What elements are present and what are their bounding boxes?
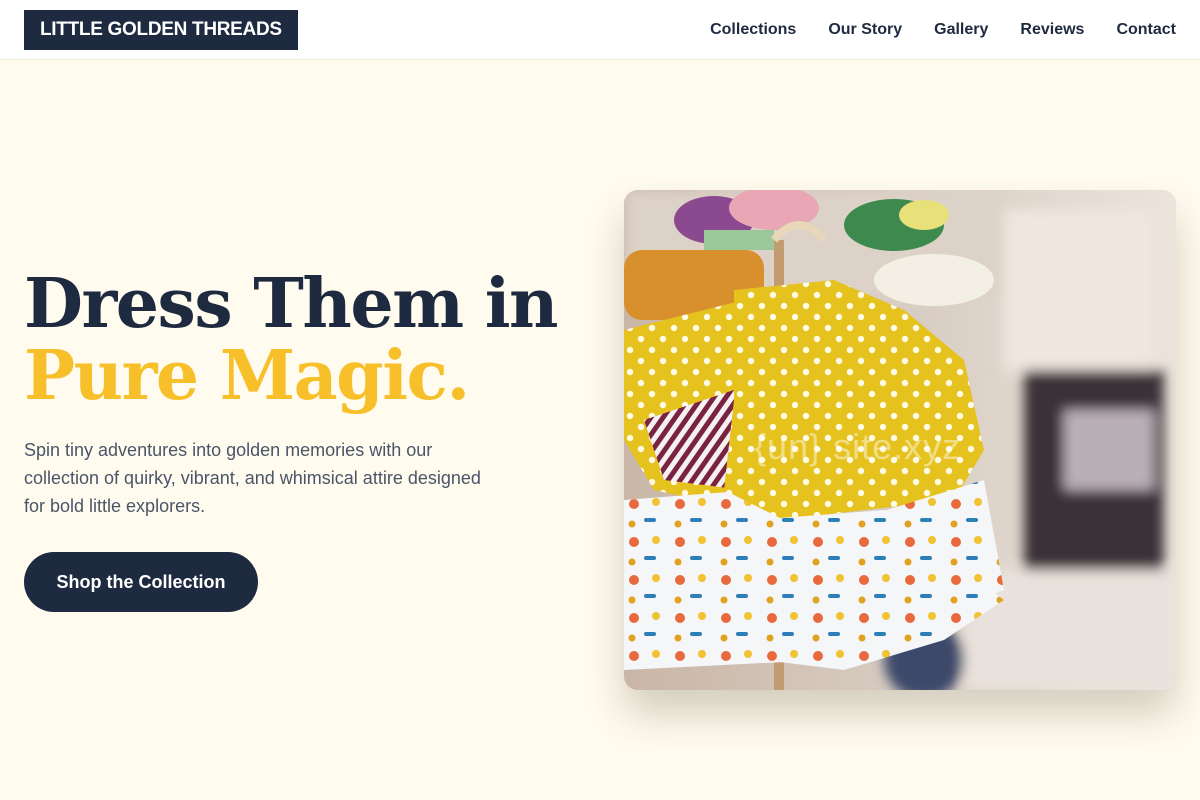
- image-watermark: {un} site.xyz: [754, 426, 962, 467]
- brand-logo[interactable]: LITTLE GOLDEN THREADS: [24, 10, 298, 50]
- nav-link-our-story[interactable]: Our Story: [828, 21, 902, 39]
- hero-image: {un} site.xyz: [624, 190, 1176, 690]
- main-nav: Collections Our Story Gallery Reviews Co…: [710, 0, 1176, 60]
- hero-title-line-1: Dress Them in: [24, 264, 559, 344]
- nav-link-collections[interactable]: Collections: [710, 21, 796, 39]
- nav-link-contact[interactable]: Contact: [1116, 21, 1176, 39]
- hero-title-line-2: Pure Magic.: [24, 336, 470, 416]
- nav-link-reviews[interactable]: Reviews: [1020, 21, 1084, 39]
- nav-link-gallery[interactable]: Gallery: [934, 21, 988, 39]
- hero-description: Spin tiny adventures into golden memorie…: [24, 440, 481, 516]
- site-header: LITTLE GOLDEN THREADS Collections Our St…: [0, 0, 1200, 60]
- hero-title: Dress Them in Pure Magic.: [24, 268, 584, 412]
- shop-collection-button[interactable]: Shop the Collection: [24, 552, 258, 612]
